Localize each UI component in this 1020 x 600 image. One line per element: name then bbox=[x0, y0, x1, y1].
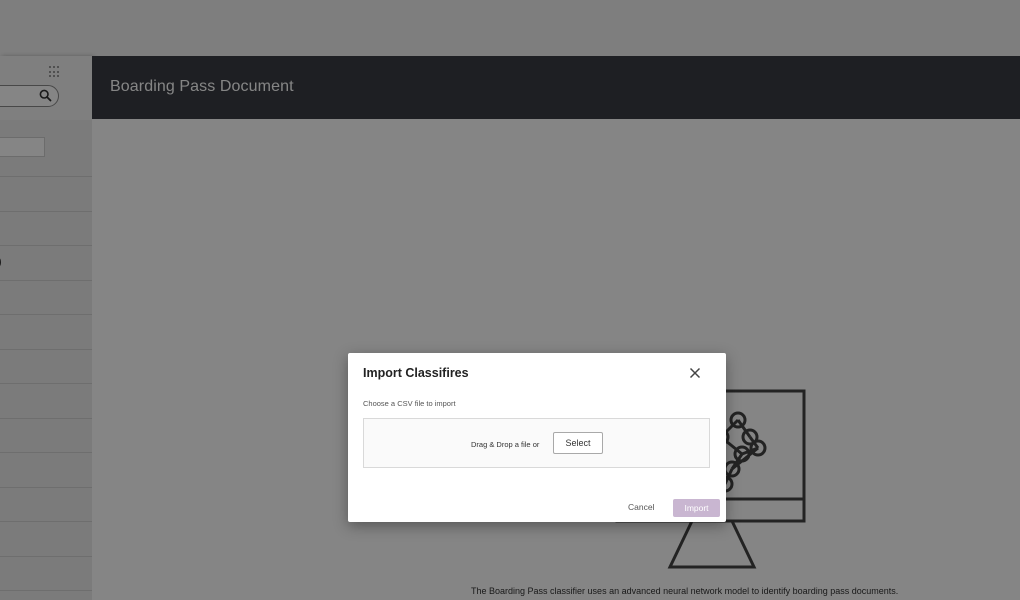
cancel-button[interactable]: Cancel bbox=[624, 499, 658, 515]
dialog-subtitle: Choose a CSV file to import bbox=[363, 399, 456, 408]
import-button[interactable]: Import bbox=[673, 499, 720, 517]
import-classifiers-dialog: Import Classifires Choose a CSV file to … bbox=[348, 353, 726, 522]
app-root: ) Boarding Pass Document bbox=[0, 0, 1020, 600]
select-file-button[interactable]: Select bbox=[553, 432, 603, 454]
close-icon[interactable] bbox=[688, 366, 702, 380]
dialog-title: Import Classifires bbox=[363, 366, 469, 380]
dropzone-text: Drag & Drop a file or bbox=[471, 440, 540, 449]
file-dropzone[interactable]: Drag & Drop a file or Select bbox=[363, 418, 710, 468]
